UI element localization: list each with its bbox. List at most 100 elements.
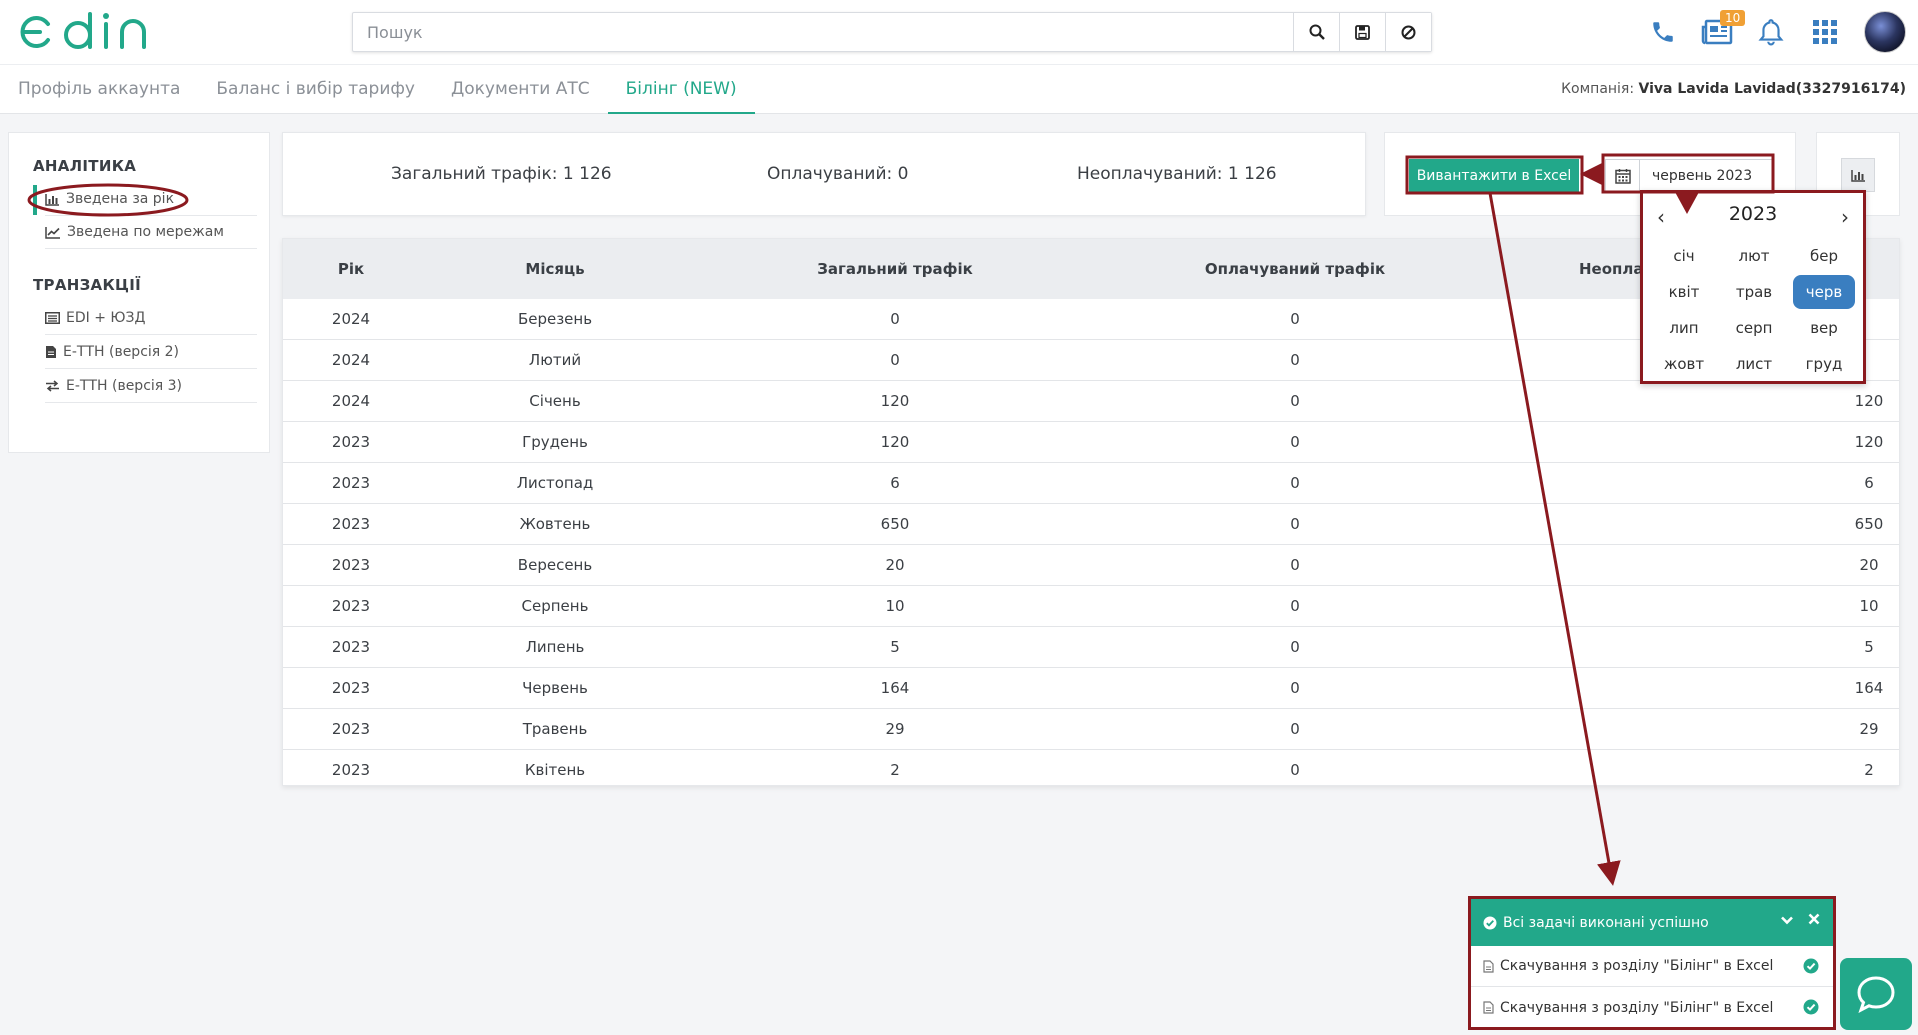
month-option[interactable]: лип — [1653, 311, 1715, 345]
export-excel-button[interactable]: Вивантажити в Excel — [1409, 159, 1579, 193]
cell-total: 29 — [885, 720, 905, 738]
picker-year: 2023 — [1728, 203, 1778, 225]
cell-total: 0 — [890, 310, 900, 328]
search-input[interactable] — [353, 13, 1293, 51]
table-row: 2023 Травень 29 0 29 — [283, 709, 1899, 750]
cell-month: Січень — [529, 392, 581, 410]
table-row: 2023 Червень 164 0 164 — [283, 668, 1899, 709]
month-option[interactable]: бер — [1793, 239, 1855, 273]
apps-button[interactable] — [1798, 0, 1852, 64]
cell-total: 0 — [890, 351, 900, 369]
avatar — [1864, 11, 1906, 53]
next-year-button[interactable]: › — [1835, 205, 1855, 229]
tab-account-profile[interactable]: Профіль аккаунта — [0, 65, 198, 114]
cell-month: Березень — [517, 310, 593, 328]
month-option[interactable]: квіт — [1653, 275, 1715, 309]
cell-year: 2023 — [331, 638, 371, 656]
column-header-paid[interactable]: Оплачуваний трафік — [1099, 239, 1491, 299]
save-search-button[interactable] — [1339, 13, 1385, 51]
cell-paid: 0 — [1290, 720, 1300, 738]
news-badge: 10 — [1720, 10, 1746, 26]
paid-traffic-stat: Оплачуваний: 0 — [767, 164, 909, 184]
sidebar-item-network-summary[interactable]: Зведена по мережам — [45, 216, 257, 249]
cell-paid: 0 — [1290, 679, 1300, 697]
cell-year: 2024 — [331, 351, 371, 369]
phone-button[interactable] — [1636, 0, 1690, 64]
sidebar-item-ettn-v3[interactable]: Е-ТТН (версія 3) — [45, 370, 257, 403]
collapse-icon[interactable] — [1779, 912, 1795, 928]
success-check-icon — [1483, 916, 1497, 929]
cell-paid: 0 — [1290, 433, 1300, 451]
sidebar: АНАЛІТИКА Зведена за рік Зведена по мере… — [8, 132, 270, 453]
month-option[interactable]: серп — [1723, 311, 1785, 345]
cell-year: 2023 — [331, 720, 371, 738]
tab-ats-documents[interactable]: Документи АТС — [433, 65, 608, 114]
cell-paid: 0 — [1290, 761, 1300, 779]
notifications-button[interactable] — [1744, 0, 1798, 64]
column-header-total[interactable]: Загальний трафік — [691, 239, 1099, 299]
notification-header: Всі задачі виконані успішно — [1471, 899, 1833, 946]
exchange-icon — [46, 380, 59, 392]
cell-year: 2023 — [331, 679, 371, 697]
apps-grid-icon — [1813, 20, 1837, 44]
sidebar-item-label: EDI + ЮЗД — [66, 310, 146, 326]
news-button[interactable]: 10 — [1690, 0, 1746, 64]
table-row: 2023 Вересень 20 0 20 — [283, 545, 1899, 586]
table-row: 2023 Квітень 2 0 2 — [283, 750, 1899, 785]
tab-billing-new[interactable]: Білінг (NEW) — [607, 65, 755, 114]
month-option[interactable]: січ — [1653, 239, 1715, 273]
cell-month: Травень — [522, 720, 588, 738]
sidebar-item-edi-yuzd[interactable]: EDI + ЮЗД — [45, 302, 257, 335]
clear-filter-button[interactable] — [1385, 13, 1431, 51]
table-row: 2023 Серпень 10 0 10 — [283, 586, 1899, 627]
month-option[interactable]: груд — [1793, 347, 1855, 381]
month-option[interactable]: трав — [1723, 275, 1785, 309]
chart-view-button[interactable] — [1841, 158, 1875, 192]
bar-chart-icon — [45, 193, 59, 206]
cell-month: Листопад — [516, 474, 594, 492]
cell-month: Жовтень — [519, 515, 591, 533]
cell-unpaid: 2 — [1864, 761, 1874, 779]
cell-paid: 0 — [1290, 556, 1300, 574]
column-header-year[interactable]: Рік — [283, 239, 419, 299]
table-row: 2023 Грудень 120 0 120 — [283, 422, 1899, 463]
month-picker-popup: 2023 ‹ › січ лют бер квіт трав черв лип серп вер… — [1640, 190, 1866, 384]
chat-button[interactable] — [1840, 958, 1912, 1030]
clear-filter-icon — [1401, 25, 1416, 39]
prev-year-button[interactable]: ‹ — [1651, 205, 1671, 229]
cell-month: Квітень — [524, 761, 586, 779]
month-option[interactable]: вер — [1793, 311, 1855, 345]
top-header: 10 — [0, 0, 1918, 64]
analytics-heading: АНАЛІТИКА — [33, 157, 137, 175]
cell-month: Вересень — [517, 556, 593, 574]
file-icon — [1483, 1001, 1494, 1014]
cell-year: 2023 — [331, 474, 371, 492]
cell-paid: 0 — [1290, 310, 1300, 328]
table-row: 2023 Липень 5 0 5 — [283, 627, 1899, 668]
total-traffic-stat: Загальний трафік: 1 126 — [391, 164, 612, 184]
cell-paid: 0 — [1290, 351, 1300, 369]
cell-unpaid: 5 — [1864, 638, 1874, 656]
done-check-icon — [1803, 999, 1819, 1015]
month-option[interactable]: черв — [1793, 275, 1855, 309]
unpaid-traffic-stat: Неоплачуваний: 1 126 — [1077, 164, 1277, 184]
month-option[interactable]: жовт — [1653, 347, 1715, 381]
table-row: 2023 Листопад 6 0 6 — [283, 463, 1899, 504]
edin-logo[interactable] — [18, 10, 158, 54]
cell-unpaid: 120 — [1854, 433, 1884, 451]
tab-balance-tariff[interactable]: Баланс і вибір тарифу — [198, 65, 433, 114]
cell-unpaid: 164 — [1854, 679, 1884, 697]
month-option[interactable]: лют — [1723, 239, 1785, 273]
search-bar — [352, 12, 1432, 52]
cell-unpaid: 20 — [1859, 556, 1879, 574]
month-option[interactable]: лист — [1723, 347, 1785, 381]
search-button[interactable] — [1293, 13, 1339, 51]
sidebar-item-ettn-v2[interactable]: Е-ТТН (версія 2) — [45, 336, 257, 369]
month-picker-field[interactable]: червень 2023 — [1605, 159, 1773, 193]
tabs-bar: Профіль аккаунта Баланс і вибір тарифу Д… — [0, 64, 1918, 114]
close-icon[interactable] — [1807, 912, 1821, 926]
sidebar-item-yearly-summary[interactable]: Зведена за рік — [45, 183, 257, 216]
cell-year: 2023 — [331, 515, 371, 533]
user-menu[interactable] — [1852, 0, 1918, 64]
column-header-month[interactable]: Місяць — [419, 239, 691, 299]
